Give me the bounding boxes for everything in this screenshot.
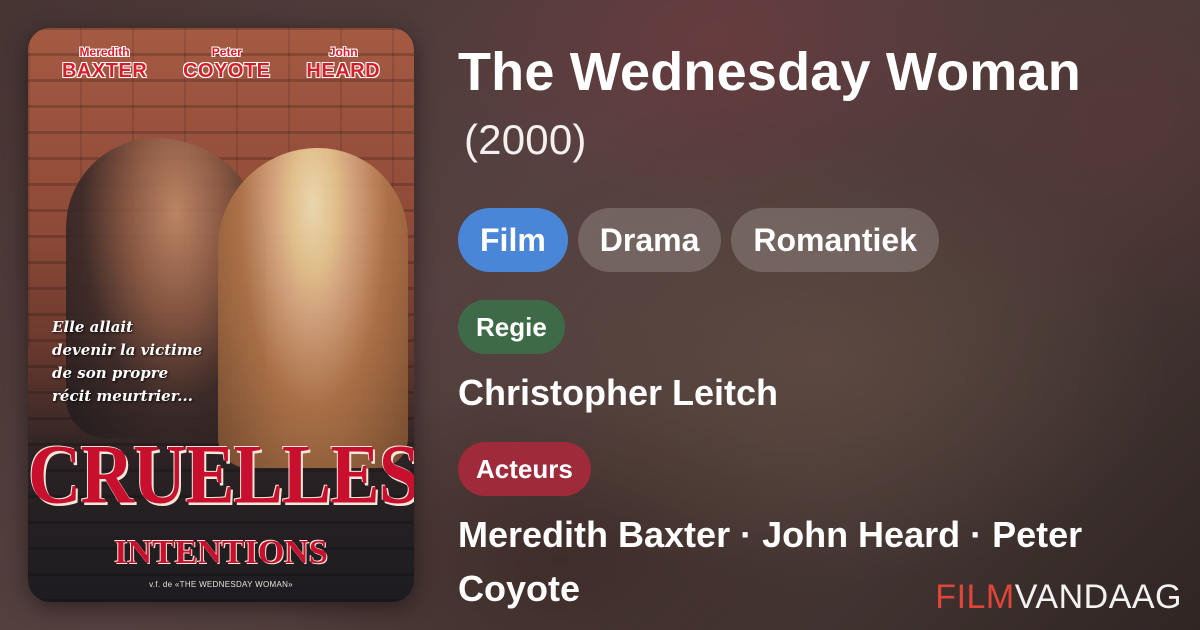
poster-cast-item: Meredith BAXTER xyxy=(62,46,147,81)
movie-details: The Wednesday Woman (2000) Film Drama Ro… xyxy=(458,40,1158,616)
movie-poster: Meredith BAXTER Peter COYOTE John HEARD … xyxy=(28,28,414,602)
acteurs-label: Acteurs xyxy=(458,442,591,496)
logo-part-vandaag: VANDAAG xyxy=(1014,578,1182,616)
movie-title: The Wednesday Woman xyxy=(458,42,1081,102)
poster-cast-last-name: HEARD xyxy=(306,60,381,82)
poster-credit: v.f. de «THE WEDNESDAY WOMAN» xyxy=(149,580,293,589)
poster-subtitle: INTENTIONS xyxy=(114,534,328,571)
filmvandaag-logo: FILMVANDAAG xyxy=(935,580,1182,614)
poster-cast-last-name: COYOTE xyxy=(183,60,271,82)
poster-cast-last-name: BAXTER xyxy=(61,60,148,82)
poster-cast-first-name: Peter xyxy=(211,45,242,59)
logo-part-film: FILM xyxy=(935,578,1015,616)
tag-film[interactable]: Film xyxy=(458,208,568,272)
genre-tags: Film Drama Romantiek xyxy=(458,208,1158,272)
poster-tagline: Elle allait devenir la victime de son pr… xyxy=(52,318,203,405)
poster-cast-first-name: Meredith xyxy=(79,45,130,59)
poster-cast: Meredith BAXTER Peter COYOTE John HEARD xyxy=(28,46,414,81)
poster-cast-item: Peter COYOTE xyxy=(183,46,270,81)
poster-title: CRUELLES xyxy=(28,427,414,523)
poster-cast-first-name: John xyxy=(328,45,358,59)
tag-romantiek[interactable]: Romantiek xyxy=(731,208,939,272)
regie-label: Regie xyxy=(458,300,565,354)
director-name: Christopher Leitch xyxy=(458,372,779,413)
movie-year: (2000) xyxy=(464,116,587,163)
poster-figure-woman xyxy=(218,148,408,468)
page-title: The Wednesday Woman (2000) xyxy=(458,40,1158,172)
tag-drama[interactable]: Drama xyxy=(577,208,722,272)
poster-cast-item: John HEARD xyxy=(306,46,380,81)
